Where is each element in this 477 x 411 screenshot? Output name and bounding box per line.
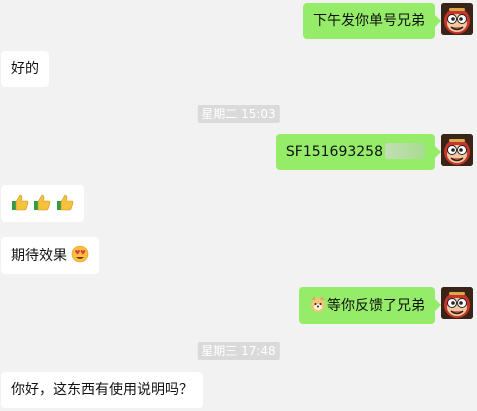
heart-eyes-icon: [72, 245, 89, 263]
message-text: 你好，这东西有使用说明吗？: [11, 382, 193, 398]
user-avatar[interactable]: [441, 134, 473, 166]
user-avatar[interactable]: [441, 287, 473, 319]
timestamp: 星期二 15:03: [197, 105, 280, 123]
message-incoming[interactable]: [1, 185, 84, 222]
message-incoming[interactable]: 期待效果: [1, 237, 100, 274]
message-outgoing[interactable]: 下午发你单号兄弟: [303, 3, 441, 39]
message-text: 期待效果: [11, 248, 67, 264]
timestamp-text: 星期三 17:48: [201, 344, 276, 358]
message-outgoing[interactable]: 等你反馈了兄弟: [299, 287, 441, 324]
monkey-avatar-icon: [441, 3, 473, 35]
monkey-avatar-icon: [441, 134, 473, 166]
message-incoming[interactable]: 你好，这东西有使用说明吗？: [1, 372, 203, 408]
timestamp-text: 星期二 15:03: [201, 107, 276, 121]
message-text: 等你反馈了兄弟: [327, 298, 425, 314]
user-avatar[interactable]: [441, 3, 473, 35]
thumbs-up-icon: [34, 194, 51, 211]
monkey-avatar-icon: [441, 287, 473, 319]
doge-icon: [311, 296, 325, 312]
message-outgoing[interactable]: SF15169325​8: [275, 134, 442, 170]
redacted-blur: [385, 143, 425, 159]
thumbs-up-icon: [56, 194, 74, 211]
timestamp: 星期三 17:48: [197, 342, 280, 360]
message-text: SF15169325​8: [285, 144, 383, 160]
message-incoming[interactable]: 好的: [1, 51, 49, 87]
message-text: 下午发你单号兄弟: [313, 13, 425, 29]
thumbs-up-icon: [12, 194, 29, 211]
message-text: 好的: [11, 61, 39, 77]
